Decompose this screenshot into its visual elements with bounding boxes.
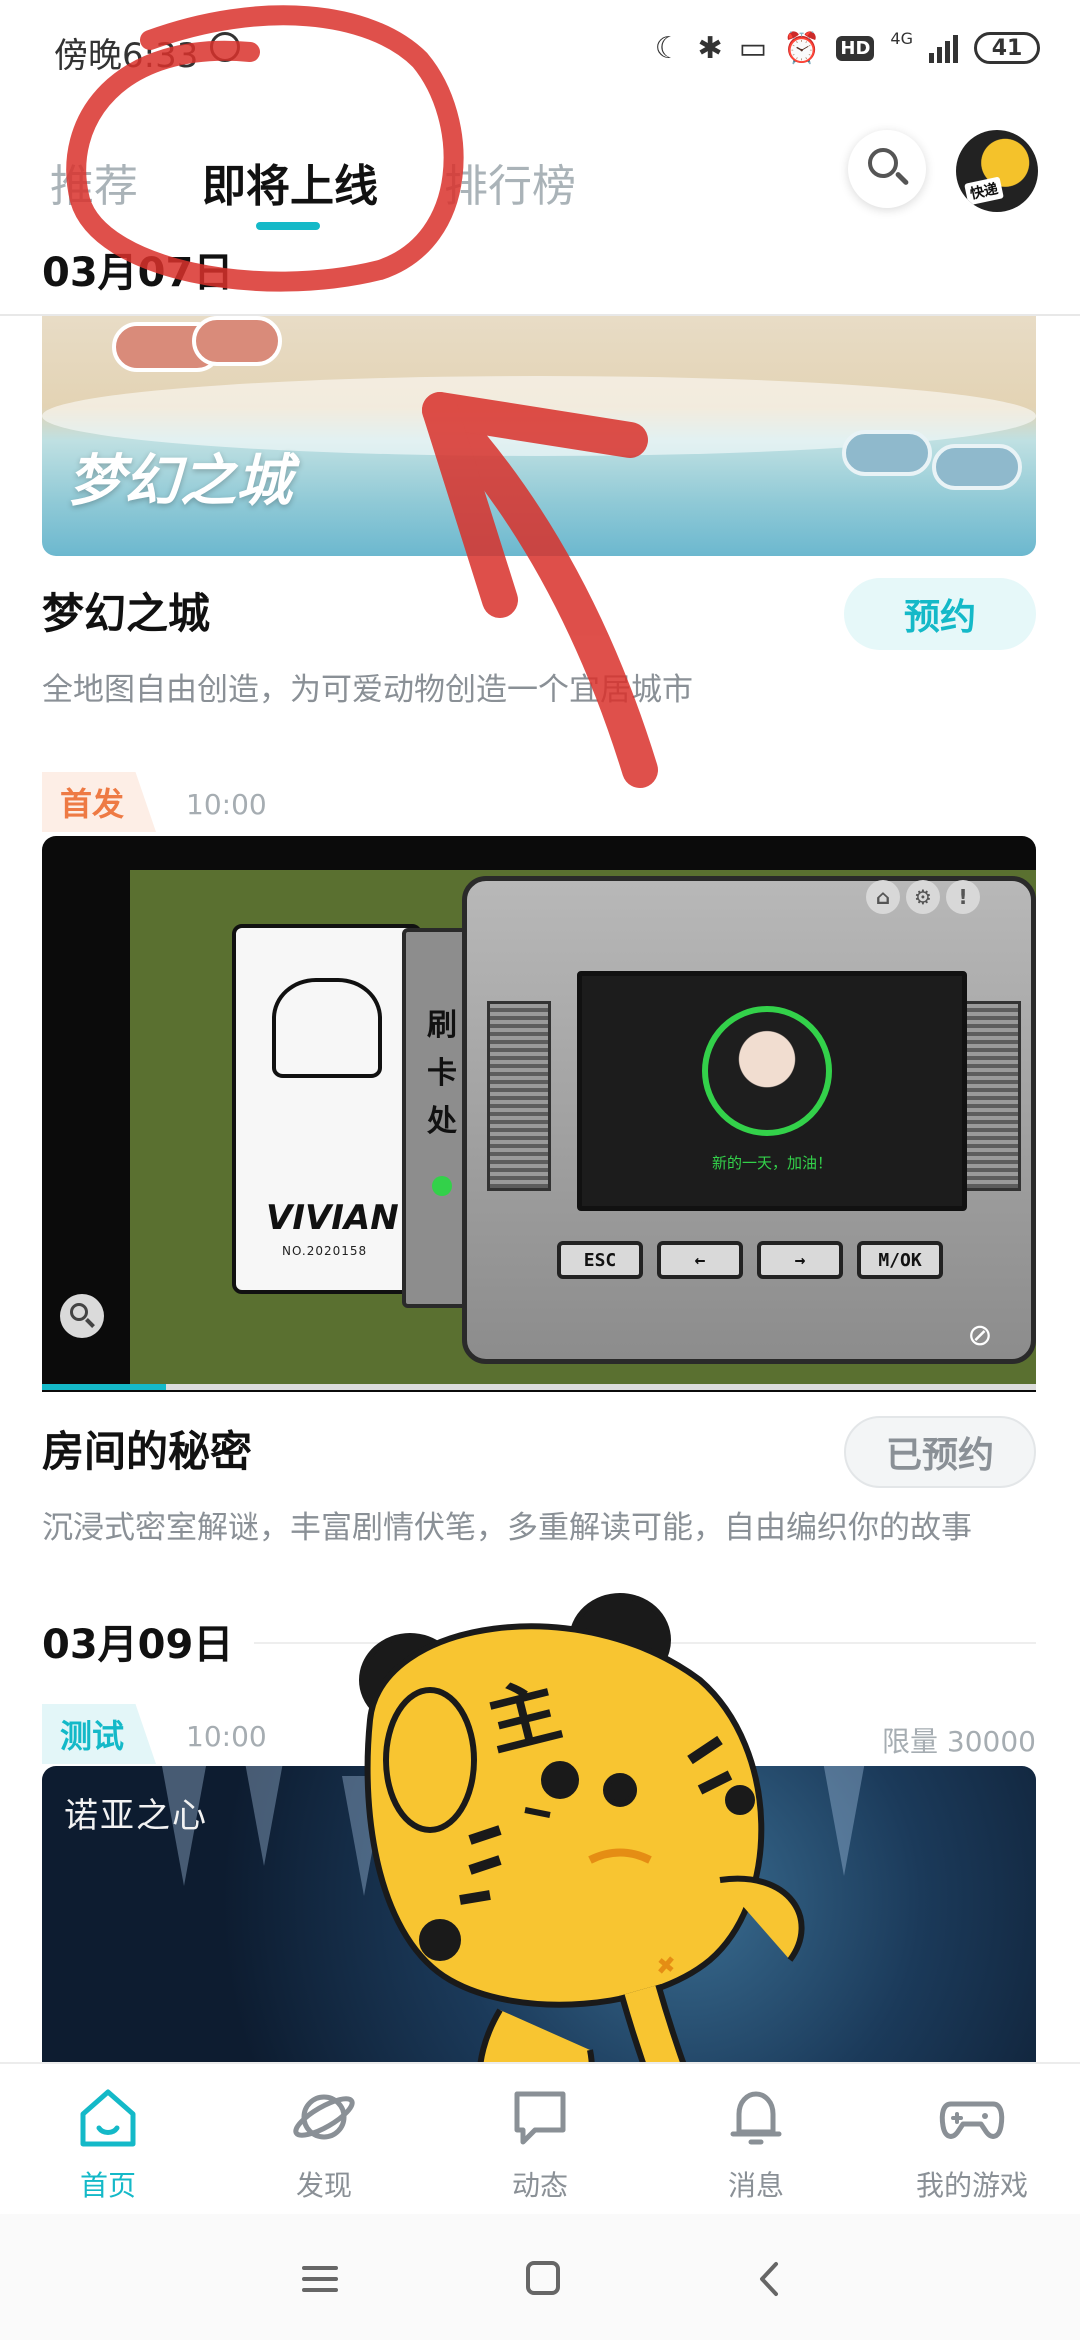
game-toolbar: ⌂ ⚙ !	[866, 880, 980, 914]
release-time: 10:00	[186, 788, 267, 821]
machine-keys: ESC ← → M/OK	[557, 1241, 943, 1279]
chat-icon	[514, 2091, 566, 2145]
moon-icon: ☾	[654, 30, 682, 66]
home-icon	[80, 2089, 136, 2147]
bluetooth-icon: ✱	[697, 30, 723, 66]
avatar[interactable]: 快递	[956, 130, 1038, 212]
home-square-icon[interactable]	[512, 2254, 572, 2304]
status-time: 傍晚6:33	[54, 36, 199, 76]
nav-discover[interactable]: 发现	[234, 2084, 414, 2204]
sticker-character: 主	[478, 1667, 569, 1767]
tab-upcoming[interactable]: 即将上线	[202, 150, 378, 214]
game-description: 沉浸式密室解谜，丰富剧情伏笔，多重解读可能，自由编织你的故事	[42, 1510, 972, 1546]
timer-icon	[210, 32, 240, 62]
bottom-nav: 首页 发现 动态 消息 我的游戏	[0, 2062, 1080, 2212]
reserve-button[interactable]: 预约	[844, 578, 1036, 650]
raft-illustration	[932, 444, 1022, 490]
search-icon	[868, 148, 898, 178]
game-video-room-secret[interactable]: VIVIAN NO.2020158 刷卡处 新的一天，加油！ ESC ← → M…	[42, 836, 1036, 1392]
nav-messages[interactable]: 消息	[666, 2084, 846, 2204]
status-bar: 傍晚6:33 ☾ ✱ ▭ ⏰ HD 4G 41	[0, 0, 1080, 96]
vibrate-icon: ▭	[738, 30, 768, 66]
reserved-button[interactable]: 已预约	[844, 1416, 1036, 1488]
machine-illustration: 新的一天，加油！ ESC ← → M/OK	[462, 876, 1036, 1364]
game-title[interactable]: 梦幻之城	[42, 580, 210, 641]
date-header: 03月07日	[42, 250, 234, 296]
date-divider	[254, 1642, 1036, 1644]
date-header: 03月09日	[42, 1622, 234, 1668]
network-label: 4G	[890, 28, 913, 48]
battery-indicator: 41	[974, 32, 1040, 64]
bell-icon	[730, 2091, 782, 2145]
nav-my-games[interactable]: 我的游戏	[882, 2084, 1062, 2204]
nav-home[interactable]: 首页	[18, 2084, 198, 2204]
back-icon[interactable]	[740, 2254, 800, 2304]
gamepad-icon	[939, 2101, 1005, 2139]
video-progress-fill	[42, 1384, 167, 1390]
game-banner-dream-city[interactable]: 梦幻之城	[42, 316, 1036, 556]
alert-icon: !	[946, 880, 980, 914]
machine-screen: 新的一天，加油！	[577, 971, 967, 1211]
signal-icon	[929, 33, 958, 63]
game-title[interactable]: 房间的秘密	[42, 1418, 252, 1479]
zoom-icon	[70, 1303, 88, 1321]
tab-ranking[interactable]: 排行榜	[444, 150, 576, 214]
zoom-button[interactable]	[60, 1294, 104, 1338]
search-button[interactable]	[848, 130, 926, 208]
tag-test: 测试	[42, 1704, 157, 1764]
banner-logo: 梦幻之城	[68, 448, 292, 514]
home-icon: ⌂	[866, 880, 900, 914]
release-time: 10:00	[186, 1720, 267, 1753]
id-card-illustration: VIVIAN NO.2020158	[232, 924, 422, 1294]
system-navigation-bar	[0, 2214, 1080, 2340]
active-tab-indicator	[256, 222, 320, 230]
boat-illustration	[192, 316, 282, 366]
tag-first-release: 首发	[42, 772, 157, 832]
raft-illustration	[842, 430, 932, 476]
mute-icon[interactable]: ⊘	[960, 1316, 1000, 1356]
hd-badge: HD	[836, 35, 875, 61]
top-nav: 推荐 即将上线 排行榜 快递	[0, 110, 1080, 240]
nav-feed[interactable]: 动态	[450, 2084, 630, 2204]
status-icons: ☾ ✱ ▭ ⏰ HD 4G 41	[655, 26, 1040, 70]
quota-limit: 限量 30000	[882, 1725, 1036, 1758]
tab-recommend[interactable]: 推荐	[50, 150, 138, 214]
banner-logo: 诺亚之心	[64, 1796, 208, 1836]
alarm-icon: ⏰	[783, 30, 821, 66]
video-progress-bar[interactable]	[42, 1384, 1036, 1390]
menu-icon[interactable]	[290, 2254, 350, 2304]
portrait-illustration	[702, 1006, 832, 1136]
avatar-label: 快递	[964, 176, 1004, 206]
game-description: 全地图自由创造，为可爱动物创造一个宜居城市	[42, 672, 693, 708]
gear-icon: ⚙	[906, 880, 940, 914]
planet-icon	[293, 2094, 355, 2140]
game-banner-noah-heart[interactable]: 诺亚之心	[42, 1766, 1036, 2062]
